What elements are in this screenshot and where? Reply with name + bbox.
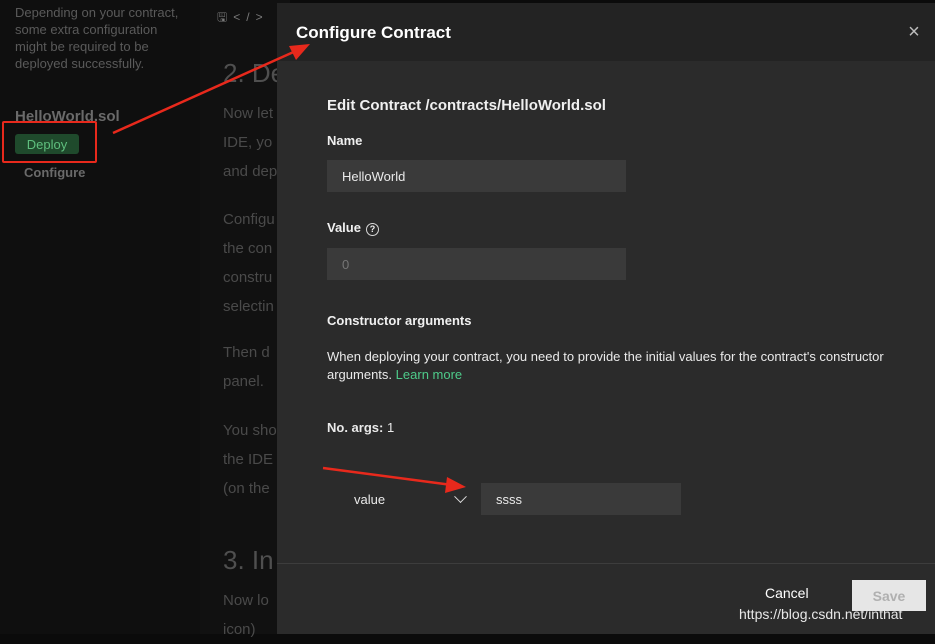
value-label-row: Value? xyxy=(327,220,379,236)
doc-line: You sho xyxy=(223,422,277,439)
chevron-down-icon xyxy=(454,489,467,503)
modal-header: Configure Contract × xyxy=(277,3,935,61)
modal-title: Configure Contract xyxy=(296,23,451,42)
doc-paragraph-1: Now let IDE, yo and dep xyxy=(223,99,283,186)
doc-heading-2: 2. De xyxy=(223,58,286,88)
doc-line: icon) xyxy=(223,621,256,638)
annotation-highlight-box xyxy=(2,121,97,163)
configure-contract-modal: Configure Contract × Edit Contract /cont… xyxy=(277,3,935,634)
doc-paragraph-2: Configu the con constru selectin xyxy=(223,205,283,321)
help-icon[interactable]: ? xyxy=(365,223,379,236)
doc-toolbar-icons: 🖫</> xyxy=(217,8,269,29)
doc-line: the con xyxy=(223,240,273,257)
doc-paragraph-4: You sho the IDE (on the xyxy=(223,416,283,503)
doc-line: and dep xyxy=(223,163,278,180)
sidebar-description: Depending on your contract, some extra c… xyxy=(15,5,179,71)
doc-line: (on the xyxy=(223,480,270,497)
doc-line: constru xyxy=(223,269,273,286)
modal-footer-divider xyxy=(277,563,935,564)
doc-line: IDE, yo xyxy=(223,134,273,151)
args-count-row: No. args: 1 xyxy=(327,420,394,435)
cancel-button[interactable]: Cancel xyxy=(765,585,809,601)
doc-line: selectin xyxy=(223,298,274,315)
sidebar: Depending on your contract, some extra c… xyxy=(0,0,200,634)
name-label: Name xyxy=(327,133,363,148)
doc-line: Then d xyxy=(223,344,270,361)
watermark: https://blog.csdn.net/inthat xyxy=(739,606,903,622)
args-label: No. args: xyxy=(327,420,384,435)
doc-paragraph-5: Now lo icon) xyxy=(223,586,283,644)
close-icon[interactable]: × xyxy=(904,22,924,42)
doc-line: panel. xyxy=(223,373,264,390)
save-icon[interactable]: 🖫 xyxy=(217,10,233,24)
doc-line: Now lo xyxy=(223,592,269,609)
name-input[interactable] xyxy=(327,160,626,192)
learn-more-link[interactable]: Learn more xyxy=(396,367,462,382)
doc-heading-3: 3. In xyxy=(223,545,274,575)
constructor-arguments-title: Constructor arguments xyxy=(327,313,472,328)
value-label: Value xyxy=(327,220,361,235)
edit-contract-title: Edit Contract /contracts/HelloWorld.sol xyxy=(327,97,606,114)
arg-type-select[interactable]: value xyxy=(341,483,471,515)
doc-line: Now let xyxy=(223,105,274,122)
constructor-info-text: When deploying your contract, you need t… xyxy=(327,348,907,384)
value-input[interactable] xyxy=(327,248,626,280)
doc-line: Configu xyxy=(223,211,275,228)
args-count: 1 xyxy=(386,420,395,435)
arg-type-value: value xyxy=(354,491,386,507)
configure-link[interactable]: Configure xyxy=(24,165,85,180)
doc-line: the IDE xyxy=(223,451,274,468)
doc-paragraph-3: Then d panel. xyxy=(223,338,283,396)
code-icon[interactable]: </> xyxy=(233,10,268,24)
arg-value-input[interactable] xyxy=(481,483,681,515)
